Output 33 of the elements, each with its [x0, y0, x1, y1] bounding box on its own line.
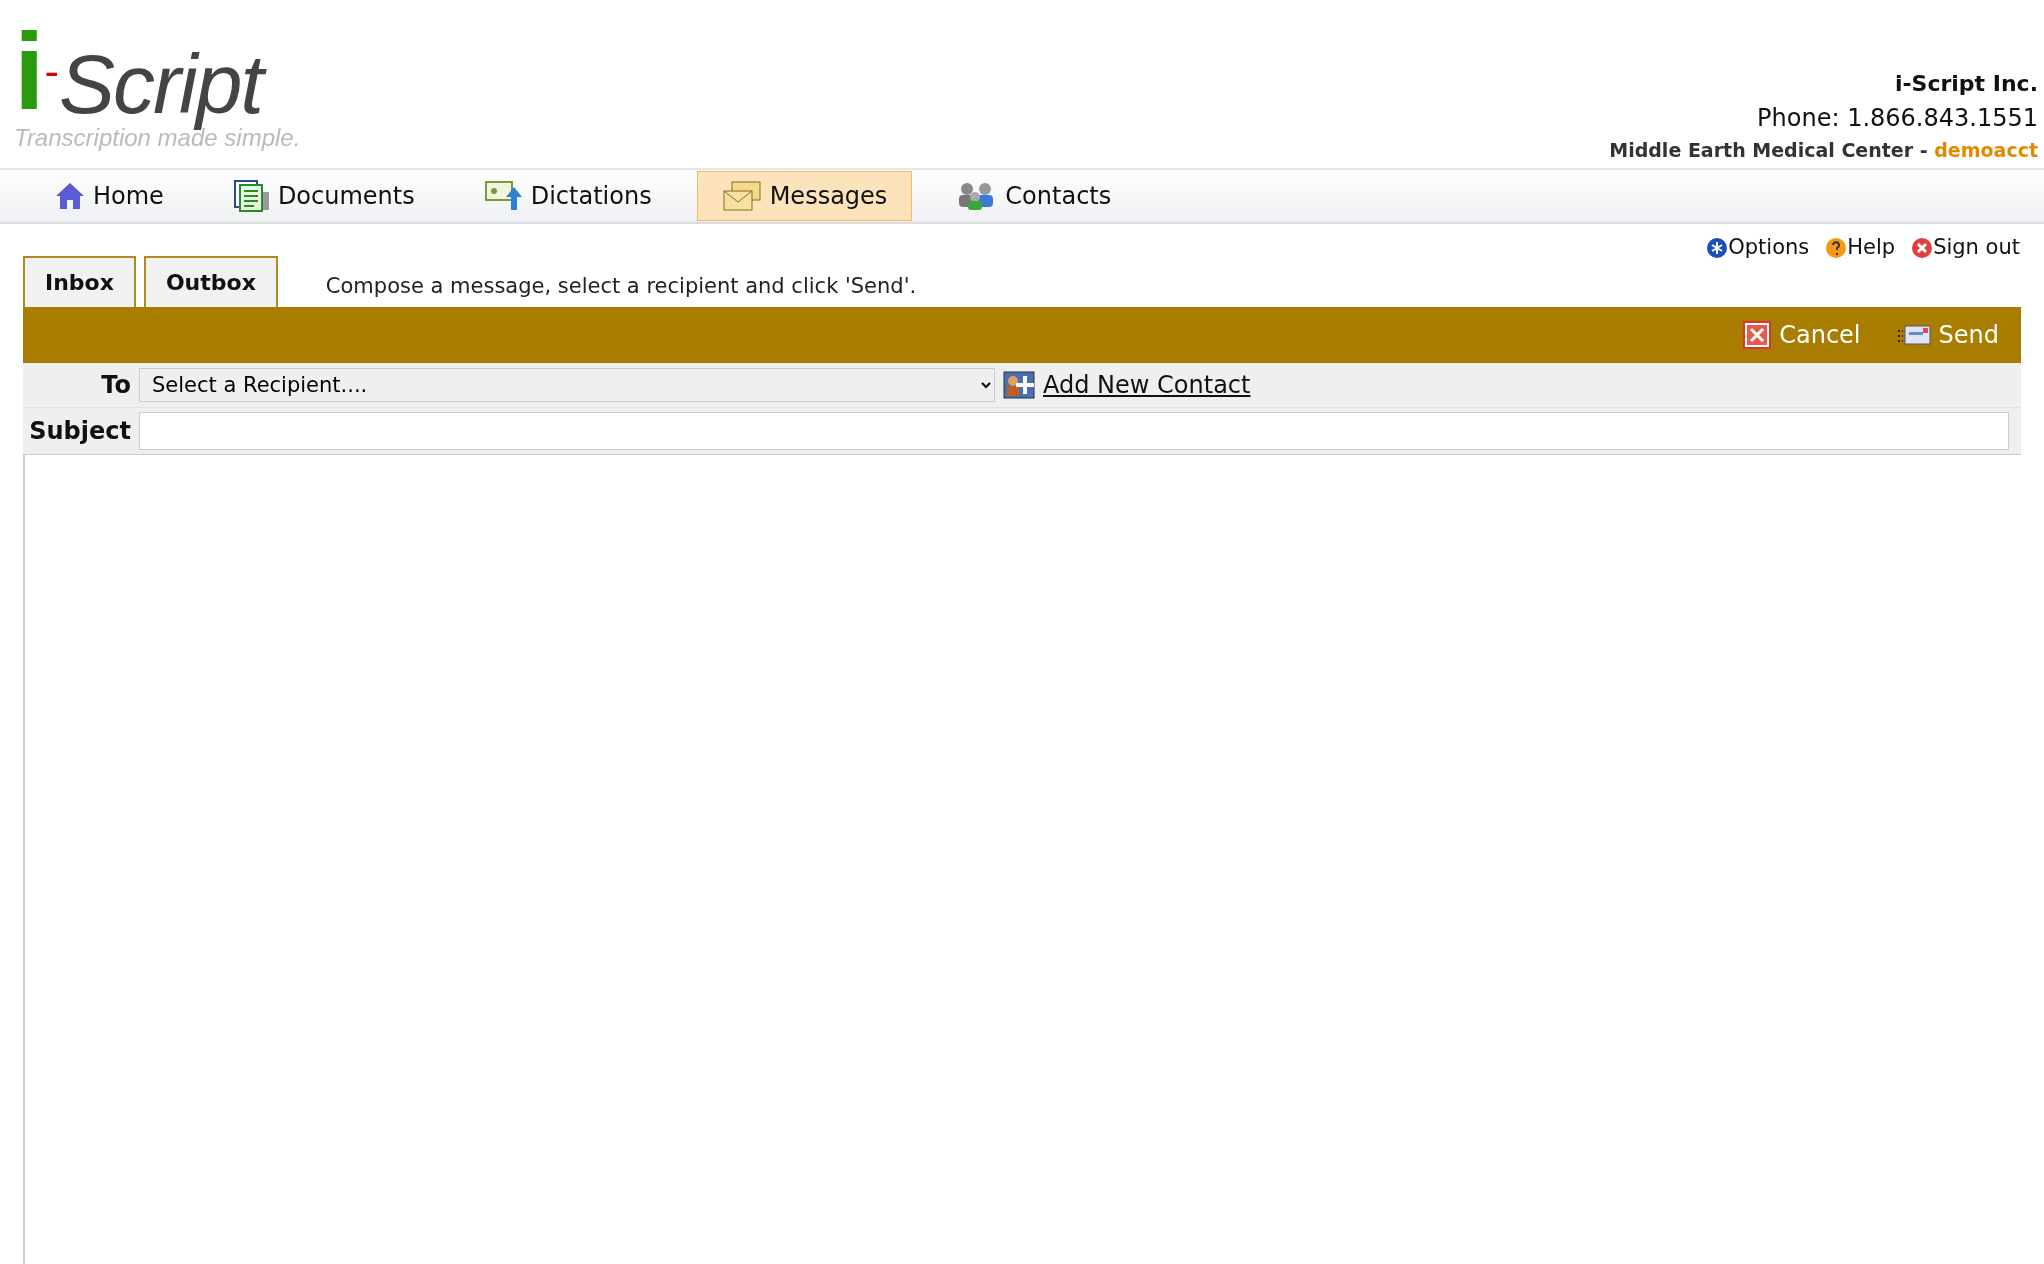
header-link[interactable]: Sign out — [1933, 232, 2020, 264]
instruction-text: Compose a message, select a recipient and click 'Send'. — [325, 273, 917, 300]
toolbar-button[interactable]: Send — [1890, 315, 2005, 354]
logo-dash: - — [44, 48, 59, 97]
asterisk-icon — [1706, 236, 1729, 259]
nav-tab[interactable]: Contacts — [932, 171, 1137, 221]
toolbar-button[interactable]: Cancel — [1737, 315, 1867, 354]
close-icon — [1911, 236, 1934, 259]
envelope-icon — [1896, 322, 1931, 347]
help-icon — [1825, 236, 1848, 259]
mailbox-tab[interactable]: Outbox — [143, 255, 278, 307]
picture-upload-icon — [484, 181, 523, 211]
nav-tab[interactable]: Documents — [208, 171, 440, 221]
facility-name: Middle Earth Medical Center - demoacct — [1609, 137, 2038, 163]
header-link[interactable]: Help — [1847, 232, 1896, 264]
header-link[interactable]: Options — [1728, 232, 1810, 264]
company-name: i-Script Inc. — [1893, 69, 2038, 98]
close-icon — [1743, 320, 1772, 349]
mailbox-tab[interactable]: Inbox — [23, 255, 136, 307]
subject-label: Subject — [28, 415, 132, 447]
to-label: To — [100, 369, 132, 401]
recipient-dropdown[interactable]: Select a Recipient.... — [139, 367, 995, 402]
add-contact-icon — [1003, 370, 1035, 399]
add-new-contact-link[interactable]: Add New Contact — [1043, 366, 1251, 403]
nav-tab[interactable]: Home — [30, 171, 189, 221]
nav-tab[interactable]: Dictations — [459, 171, 677, 221]
nav-tab[interactable]: Messages — [696, 171, 913, 221]
logo-letter: i — [14, 16, 45, 126]
company-phone: Phone: 1.866.843.1551 — [1756, 102, 2038, 134]
house-icon — [55, 182, 85, 210]
documents-icon — [233, 180, 270, 212]
envelopes-icon — [721, 181, 762, 211]
subject-field[interactable] — [139, 411, 2009, 450]
